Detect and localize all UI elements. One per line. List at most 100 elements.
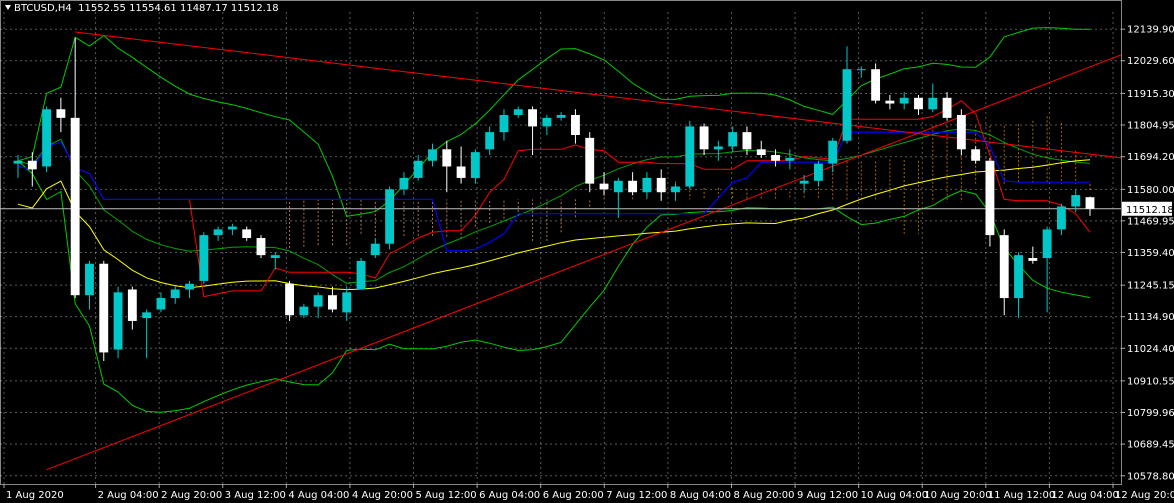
candle-body (813, 163, 823, 181)
candle (656, 169, 666, 201)
candle (785, 149, 795, 170)
candle (127, 286, 137, 330)
price-tick-label: 11359.40 (1127, 248, 1174, 259)
candle-body (542, 117, 552, 127)
candle (528, 106, 537, 156)
candle-body (442, 149, 452, 167)
candle-body (628, 180, 638, 193)
candle-body (313, 295, 323, 307)
low-value: 11487.17 (179, 3, 228, 14)
candle (70, 37, 80, 299)
price-axis: 12139.90 12029.60 11915.30 11804.95 11694.20… (1121, 25, 1174, 482)
candle-body (656, 177, 666, 193)
candle-body (1056, 206, 1066, 230)
candle (713, 140, 723, 161)
candle-body (728, 132, 738, 147)
candle (170, 286, 180, 304)
candle-body (485, 132, 495, 150)
candle-body (556, 114, 566, 118)
candle-body (85, 263, 94, 296)
candle-body (56, 109, 66, 118)
candle-body (27, 160, 37, 170)
candle-body (799, 180, 809, 184)
candle-body (1042, 229, 1052, 259)
candle-body (413, 160, 423, 178)
candle-body (828, 140, 838, 164)
time-tick-label: 10 Aug 04:00 (861, 490, 928, 501)
price-tick-label: 11804.95 (1127, 121, 1174, 132)
candle (256, 235, 266, 259)
time-tick-label: 4 Aug 04:00 (288, 490, 349, 501)
candle (227, 223, 237, 236)
candle-body (885, 100, 895, 104)
candle (685, 120, 695, 190)
candle-body (499, 114, 509, 133)
collapse-triangle-icon[interactable] (5, 5, 11, 10)
candle-body (513, 109, 523, 115)
time-tick-label: 12 Aug 04:00 (1051, 490, 1118, 501)
candle (356, 258, 366, 290)
candle-body (42, 109, 52, 167)
candle-body (127, 289, 137, 321)
candle-body (356, 260, 366, 290)
candle-body (756, 149, 766, 156)
candle-body (342, 292, 352, 313)
candle (1085, 196, 1095, 216)
candle-body (1014, 255, 1023, 299)
candle (813, 160, 823, 187)
candle-body (742, 132, 752, 150)
candle (985, 157, 995, 247)
candle (571, 109, 580, 144)
time-tick-label: 8 Aug 04:00 (670, 490, 731, 501)
candle-body (370, 243, 380, 256)
candle-body (156, 298, 166, 310)
candle-body (785, 157, 795, 161)
candle (428, 143, 437, 167)
candle-body (899, 97, 909, 104)
candle-body (699, 126, 709, 150)
candle (628, 172, 638, 196)
candle (999, 229, 1009, 316)
candle-body (942, 97, 952, 118)
candle (370, 237, 380, 259)
candle (313, 292, 323, 319)
candle-body (956, 114, 966, 150)
time-tick-label: 10 Aug 20:00 (924, 490, 991, 501)
candle-body (1085, 197, 1095, 209)
candle (199, 232, 209, 284)
candle (642, 172, 652, 198)
price-chart[interactable]: 12139.90 12029.60 11915.30 11804.95 11694.20… (0, 0, 1174, 503)
candle (613, 177, 623, 218)
candle (270, 252, 280, 270)
candle-body (270, 255, 280, 259)
candle-body (685, 126, 695, 187)
candle-body (1071, 195, 1081, 207)
candle-body (642, 177, 652, 193)
candle-body (385, 189, 395, 244)
candle (942, 92, 952, 121)
candle-body (871, 69, 881, 101)
candle (156, 292, 166, 313)
candle-body (142, 312, 152, 319)
candle (185, 280, 194, 299)
candle-body (256, 237, 266, 256)
candle (971, 146, 981, 164)
time-tick-label: 2 Aug 20:00 (161, 490, 222, 501)
candle (513, 106, 523, 118)
price-tick-label: 10910.55 (1127, 376, 1174, 387)
candle (85, 260, 94, 310)
chart-header: BTCUSD,H4 11552.55 11554.61 11487.17 115… (5, 3, 279, 14)
candle-body (571, 114, 580, 136)
candle (1028, 246, 1038, 264)
candle (728, 126, 738, 153)
candle-body (999, 235, 1009, 299)
candle-body (328, 295, 337, 310)
candle (399, 172, 409, 196)
time-axis: 1 Aug 2020 2 Aug 04:00 2 Aug 20:00 3 Aug 12… (3, 484, 1174, 501)
candle (756, 140, 766, 158)
candle (699, 123, 709, 156)
candle (1042, 226, 1052, 313)
time-tick-label: 1 Aug 2020 (6, 490, 64, 501)
candle-body (971, 149, 981, 161)
price-tick-label: 12029.60 (1127, 56, 1174, 67)
